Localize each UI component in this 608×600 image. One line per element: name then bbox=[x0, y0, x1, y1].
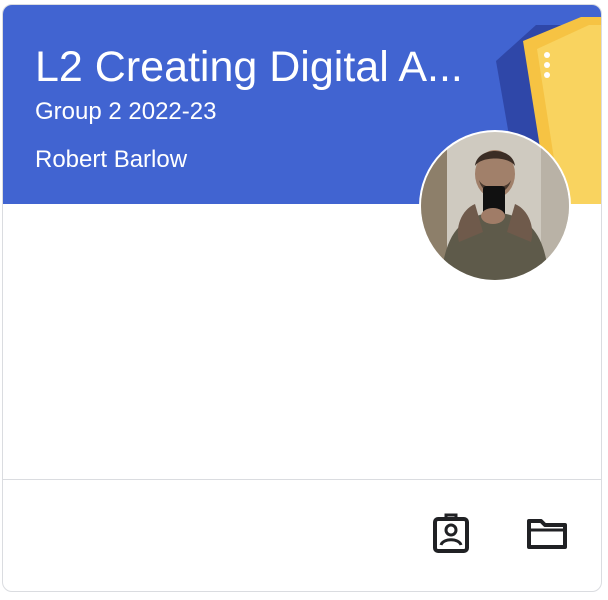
folder-icon bbox=[527, 519, 567, 549]
more-vert-icon-dot bbox=[544, 62, 550, 68]
avatar-photo bbox=[421, 132, 569, 280]
open-your-work-button[interactable] bbox=[427, 509, 475, 557]
teacher-name[interactable]: Robert Barlow bbox=[35, 145, 187, 175]
teacher-avatar[interactable] bbox=[421, 132, 569, 280]
open-folder-button[interactable] bbox=[523, 509, 571, 557]
more-options-button[interactable] bbox=[535, 45, 559, 85]
card-divider bbox=[3, 479, 601, 480]
more-vert-icon-dot bbox=[544, 72, 550, 78]
class-section: Group 2 2022-23 bbox=[35, 98, 217, 125]
class-title-link[interactable]: L2 Creating Digital A... bbox=[35, 41, 475, 93]
more-vert-icon bbox=[544, 52, 550, 58]
assignment-ind-icon bbox=[433, 513, 469, 553]
class-card[interactable]: L2 Creating Digital A... Group 2 2022-23… bbox=[2, 4, 602, 592]
